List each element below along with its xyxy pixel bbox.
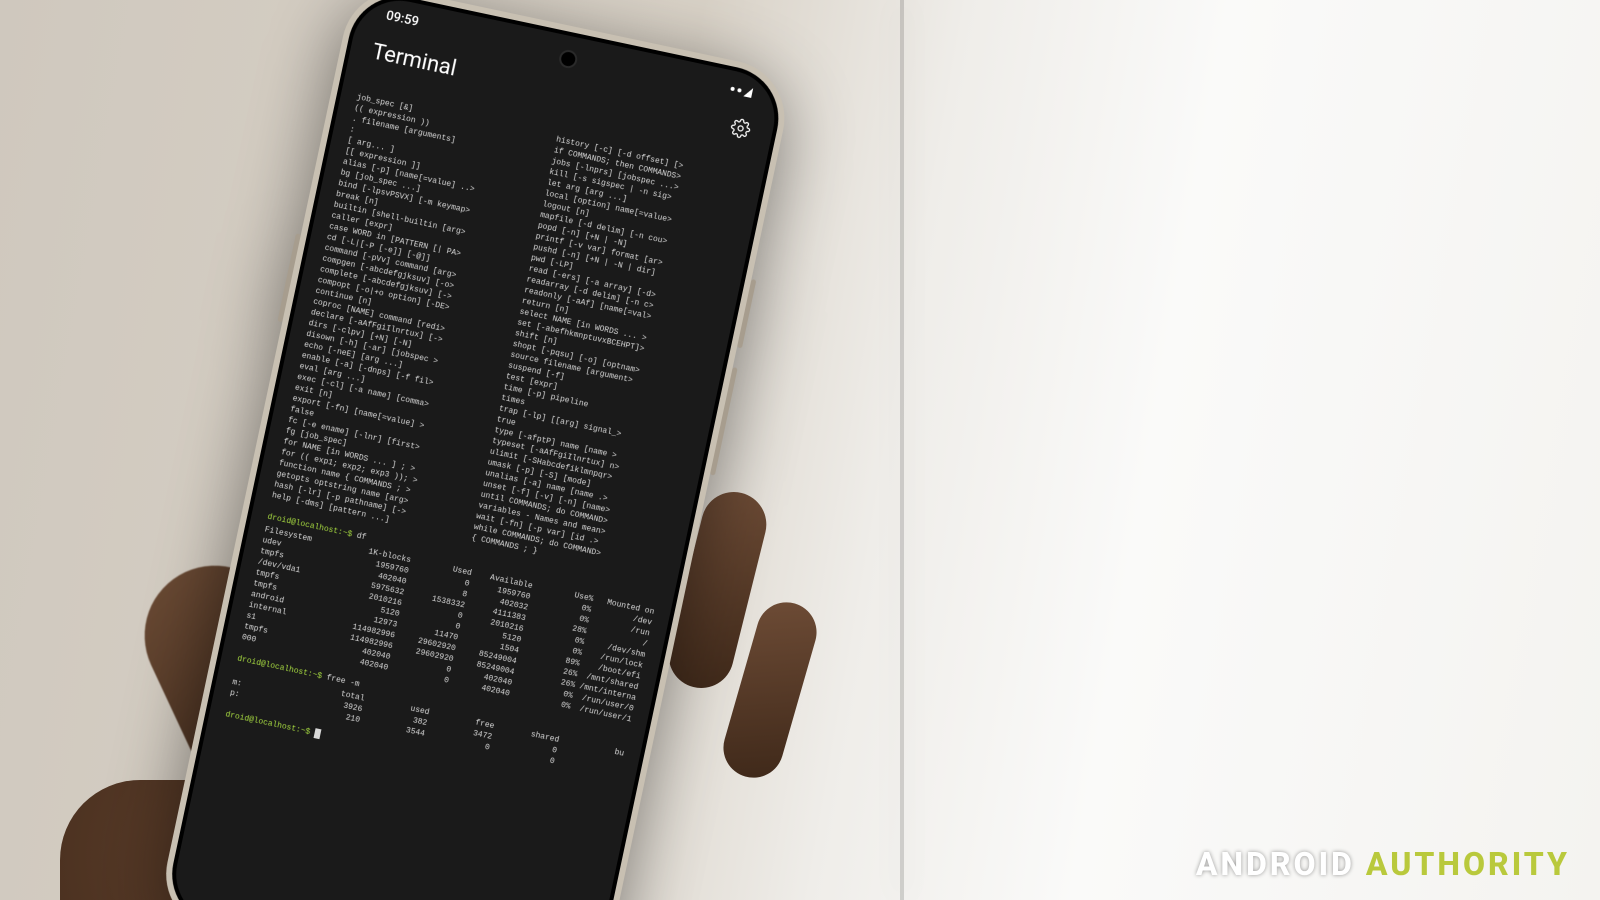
shell-prompt: droid@localhost:~$ bbox=[224, 710, 310, 737]
help-columns: job_spec [&] (( expression )) . filename… bbox=[271, 92, 747, 584]
front-camera bbox=[558, 48, 579, 69]
status-time: 09:59 bbox=[385, 8, 420, 30]
signal-icon bbox=[743, 86, 753, 97]
gear-icon[interactable] bbox=[728, 116, 753, 144]
cursor bbox=[314, 728, 322, 739]
photo-scene: 09:59 Terminal bbox=[0, 0, 1600, 900]
door-edge bbox=[900, 0, 904, 900]
watermark: ANDROID AUTHORITY bbox=[1196, 848, 1570, 880]
status-icons bbox=[730, 84, 754, 98]
